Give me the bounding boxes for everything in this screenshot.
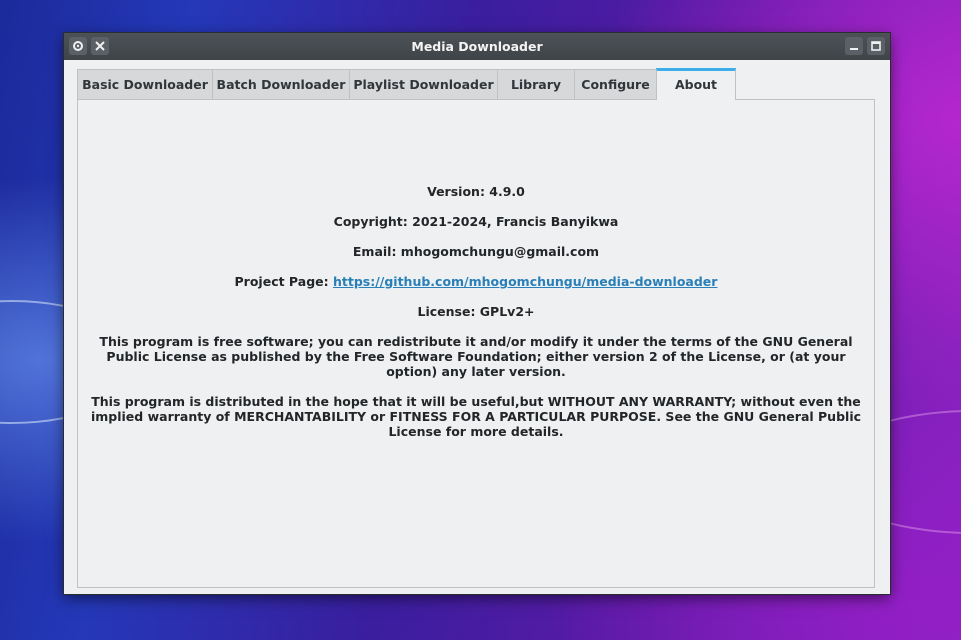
project-page-row: Project Page: https://github.com/mhogomc… xyxy=(78,274,874,289)
license-paragraph: This program is free software; you can r… xyxy=(99,334,853,379)
about-panel: Version: 4.9.0 Copyright: 2021-2024, Fra… xyxy=(77,99,875,588)
tab-about[interactable]: About xyxy=(656,68,736,100)
window-content: Basic Downloader Batch Downloader Playli… xyxy=(64,60,890,594)
desktop-background: Media Downloader Basic Downloader Batch … xyxy=(0,0,961,640)
copyright-label: Copyright: 2021-2024, Francis Banyikwa xyxy=(333,214,619,229)
app-window: Media Downloader Basic Downloader Batch … xyxy=(64,33,890,594)
title-bar[interactable]: Media Downloader xyxy=(64,33,890,60)
project-page-link[interactable]: https://github.com/mhogomchungu/media-do… xyxy=(333,274,718,289)
maximize-button[interactable] xyxy=(867,37,885,55)
version-label: Version: 4.9.0 xyxy=(427,184,525,199)
tab-configure[interactable]: Configure xyxy=(574,69,657,99)
warranty-paragraph: This program is distributed in the hope … xyxy=(90,394,862,439)
tab-batch-downloader[interactable]: Batch Downloader xyxy=(212,69,350,99)
email-label: Email: mhogomchungu@gmail.com xyxy=(352,244,600,259)
minimize-icon xyxy=(850,48,858,50)
about-info: Version: 4.9.0 Copyright: 2021-2024, Fra… xyxy=(78,184,874,454)
minimize-button[interactable] xyxy=(845,37,863,55)
maximize-icon xyxy=(871,41,881,51)
tab-playlist-downloader[interactable]: Playlist Downloader xyxy=(349,69,498,99)
tab-library[interactable]: Library xyxy=(497,69,575,99)
window-title: Media Downloader xyxy=(411,39,543,54)
tab-basic-downloader[interactable]: Basic Downloader xyxy=(77,69,213,99)
license-label: License: GPLv2+ xyxy=(417,304,535,319)
project-page-label: Project Page: xyxy=(234,274,333,289)
